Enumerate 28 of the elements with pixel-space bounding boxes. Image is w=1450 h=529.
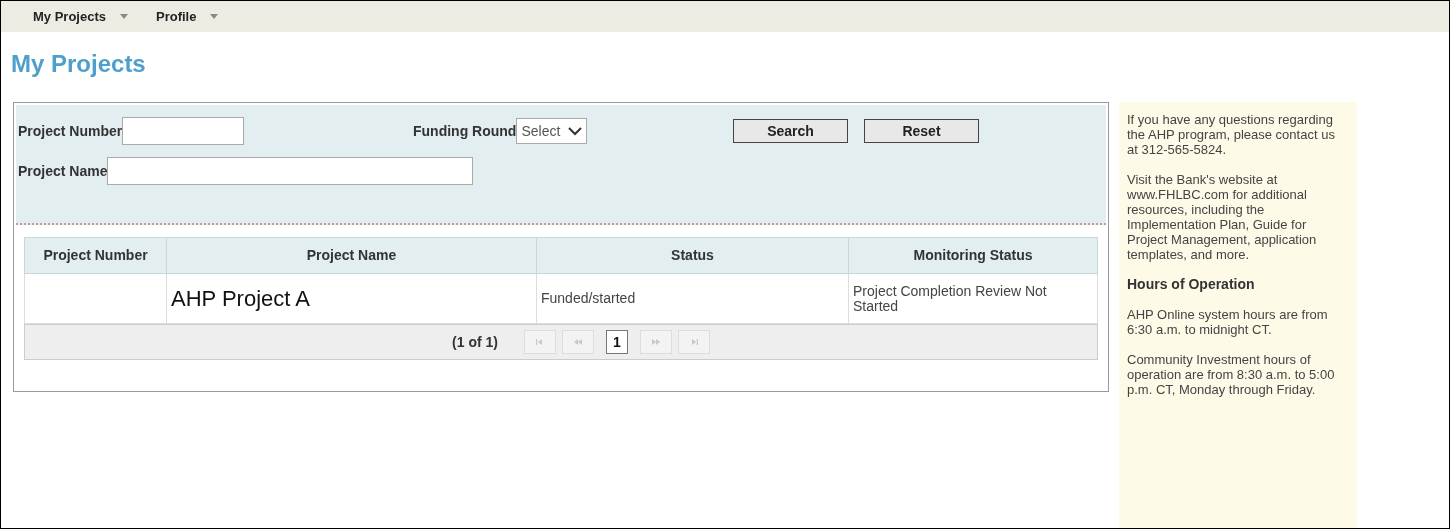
field-label: Funding Round [413,121,517,141]
table-cell-text: Project Completion Review Not Started [853,283,1048,314]
page-summary: (1 of 1) [452,332,498,352]
field-label: Project Name [18,161,108,181]
section-heading: Hours of Operation [1127,277,1256,292]
info-paragraph: Community Investment hours of operation are from 8:30 a.m. to 5:00 p.m. CT, Monday through Friday. [1127,352,1336,397]
page-button[interactable]: 1 [605,330,628,354]
caret-down-icon [210,14,219,19]
caret-down-icon [120,14,128,19]
info-paragraph: AHP Online system hours are from 6:30 a.m. to midnight CT. [1127,307,1329,337]
info-paragraph: If you have any questions regarding the AHP program, please contact us at 312-565-5824. [1127,112,1336,157]
table-cell: AHP Project A [171,286,310,311]
table-cell-text: Funded/started [541,291,637,306]
text-input-field[interactable] [122,117,245,145]
column-header: Status [536,237,849,274]
column-header: Monitoring Status [848,237,1098,274]
page-title: My Projects [11,49,147,79]
form-button[interactable]: Search [733,119,848,143]
column-header: Project Number [24,237,167,274]
select-dropdown[interactable]: Select [516,118,588,144]
text-input-field[interactable] [107,157,474,185]
chevron-down-icon [568,126,583,136]
menu-item[interactable]: My Projects [33,6,128,27]
form-button[interactable]: Reset [864,119,979,143]
menu-item[interactable]: Profile [156,6,219,27]
field-label: Project Number [18,121,123,141]
info-paragraph: Visit the Bank's website at www.FHLBC.com for additional resources, including the Implementation Plan, Guide for Project Management, application templates, and more. [1127,172,1318,262]
column-header: Project Name [166,237,537,274]
